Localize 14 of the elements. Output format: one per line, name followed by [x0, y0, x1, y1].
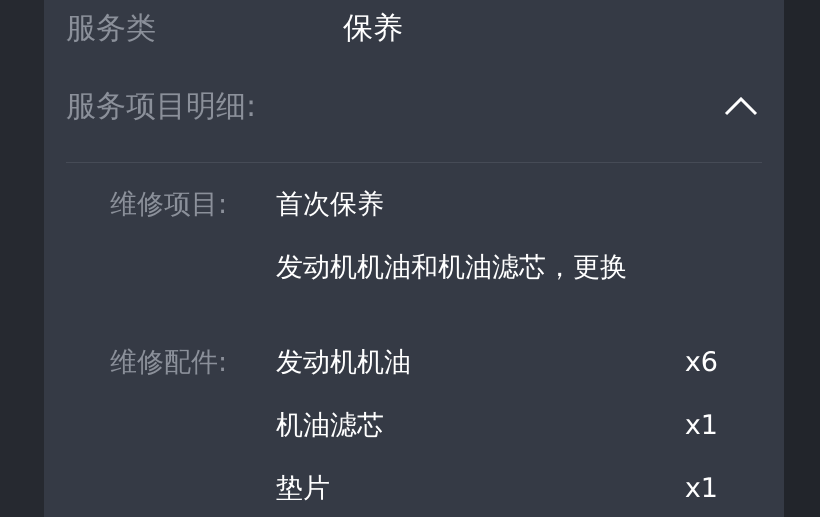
field-value: 保养 [343, 10, 403, 48]
field-label: 维修配件: [110, 346, 228, 380]
part-name: 发动机机油 [276, 346, 411, 380]
part-name: 垫片 [276, 472, 330, 506]
part-name: 机油滤芯 [276, 409, 384, 443]
quantity: x1 [684, 409, 718, 443]
quantity: x6 [684, 346, 718, 380]
section-label: 服务项目明细: [66, 88, 256, 126]
field-label: 维修项目: [110, 188, 228, 222]
collapse-toggle[interactable] [724, 96, 758, 116]
item-text: 首次保养 [276, 188, 385, 222]
item-text: 发动机机油和机油滤芯，更换 [276, 251, 628, 285]
field-label: 服务类 [66, 10, 157, 48]
quantity: x1 [684, 472, 718, 506]
